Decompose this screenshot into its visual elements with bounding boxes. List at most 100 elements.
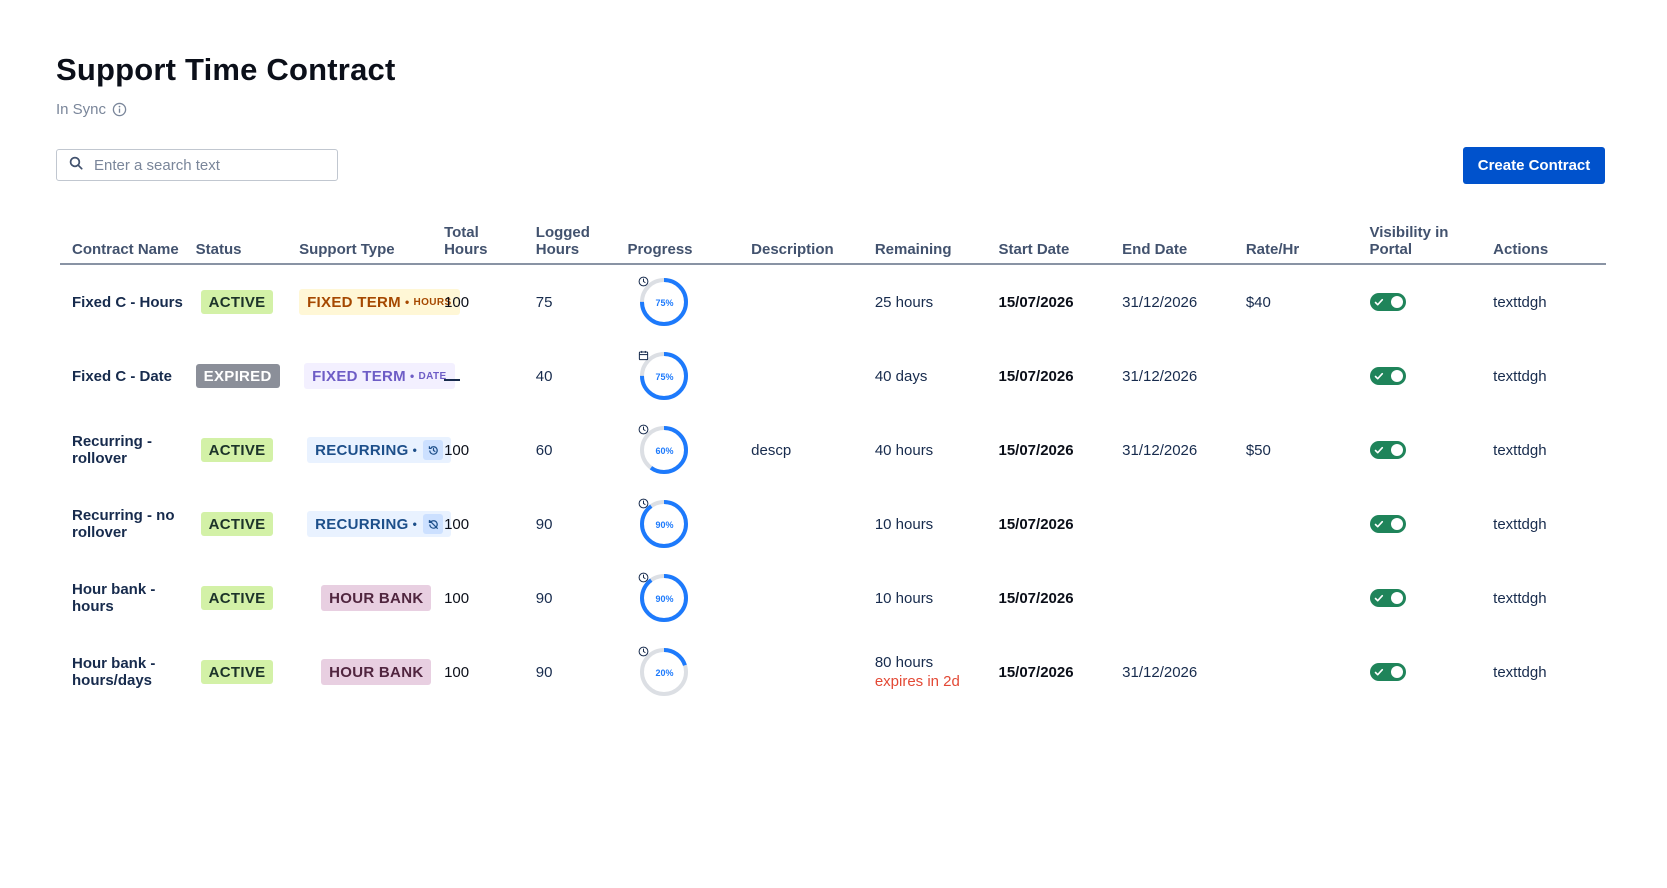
table-row[interactable]: Recurring - no rollover ACTIVE RECURRING • 1… (60, 487, 1606, 561)
status-badge: ACTIVE (200, 438, 274, 462)
toggle-knob (1390, 592, 1403, 604)
visibility-cell (1358, 561, 1482, 635)
end-date (1110, 561, 1234, 635)
contract-name[interactable]: Hour bank - hours (60, 561, 184, 635)
progress-ring: 75% (638, 350, 690, 402)
contract-name[interactable]: Fixed C - Hours (60, 264, 184, 339)
total-hours: 100 (444, 515, 470, 533)
column-header[interactable]: Description (739, 213, 863, 265)
total-hours-cell: 100 (432, 635, 524, 709)
description (739, 264, 863, 339)
support-type-badge: FIXED TERM • HOURS (299, 289, 460, 315)
table-row[interactable]: Hour bank - hours/days ACTIVE HOUR BANK 100… (60, 635, 1606, 709)
column-header[interactable]: Contract Name (60, 213, 184, 265)
visibility-toggle[interactable] (1369, 663, 1406, 681)
column-header[interactable]: Logged Hours (523, 213, 616, 265)
remaining-cell: 10 hours (863, 487, 987, 561)
action-link[interactable]: texttdgh (1481, 487, 1606, 561)
start-date: 15/07/2026 (998, 293, 1074, 311)
rate-per-hour (1234, 487, 1358, 561)
support-type-cell: HOUR BANK (287, 635, 432, 709)
description: descp (751, 441, 792, 459)
contract-name[interactable]: Recurring - rollover (60, 413, 184, 487)
visibility-toggle[interactable] (1369, 293, 1406, 311)
column-header[interactable]: Support Type (287, 213, 433, 265)
progress-percent: 90% (655, 593, 674, 604)
status-cell: EXPIRED (184, 339, 287, 413)
separator-dot: • (412, 443, 418, 457)
column-header[interactable]: Progress (615, 213, 740, 265)
progress-ring: 75% (638, 276, 690, 328)
create-contract-button[interactable]: Create Contract (1463, 147, 1605, 184)
remaining-cell: 10 hours (863, 561, 987, 635)
toggle-knob (1390, 370, 1403, 382)
separator-dot: • (409, 369, 415, 383)
contract-name[interactable]: Fixed C - Date (60, 339, 184, 413)
start-date: 15/07/2026 (998, 589, 1074, 607)
table-header-row: Contract Name Status Support Type Total … (60, 213, 1606, 265)
visibility-cell (1358, 264, 1482, 339)
column-header[interactable]: Actions (1481, 213, 1606, 265)
column-header[interactable]: Total Hours (432, 213, 524, 265)
table-row[interactable]: Fixed C - Date EXPIRED FIXED TERM • DATE 40 75… (60, 339, 1606, 413)
column-header[interactable]: End Date (1110, 213, 1234, 265)
action-link[interactable]: texttdgh (1481, 264, 1606, 339)
contract-name[interactable]: Hour bank - hours/days (60, 635, 184, 709)
end-date: 31/12/2026 (1122, 663, 1198, 681)
start-date: 15/07/2026 (998, 441, 1074, 459)
progress-cell: 75% (615, 264, 739, 339)
info-icon[interactable] (112, 102, 127, 117)
visibility-toggle[interactable] (1369, 441, 1406, 459)
description (739, 561, 863, 635)
search-input[interactable] (92, 155, 326, 175)
action-link[interactable]: texttdgh (1481, 339, 1606, 413)
sync-status-label: In Sync (56, 101, 107, 118)
column-header[interactable]: Visibility in Portal (1357, 213, 1482, 265)
sync-status: In Sync (56, 101, 127, 118)
rollover-icon (423, 440, 444, 460)
visibility-cell (1358, 487, 1482, 561)
table-row[interactable]: Recurring - rollover ACTIVE RECURRING • 100 6… (60, 413, 1606, 487)
separator-dot: • (412, 517, 418, 531)
start-date: 15/07/2026 (998, 663, 1074, 681)
support-type-label: HOUR BANK (329, 663, 424, 681)
visibility-toggle[interactable] (1369, 589, 1406, 608)
rate-per-hour (1234, 561, 1358, 635)
status-cell: ACTIVE (184, 561, 287, 635)
action-link[interactable]: texttdgh (1481, 413, 1606, 487)
end-date (1110, 487, 1234, 561)
remaining-cell: 25 hours (863, 264, 987, 339)
action-link[interactable]: texttdgh (1481, 561, 1606, 635)
progress-cell: 20% (615, 635, 739, 709)
visibility-toggle[interactable] (1369, 367, 1406, 385)
support-type-badge: HOUR BANK (321, 659, 432, 685)
support-type-badge: RECURRING • (307, 511, 452, 537)
column-header[interactable]: Status (183, 213, 288, 265)
toggle-knob (1390, 518, 1403, 530)
logged-hours: 40 (535, 367, 553, 385)
total-hours-cell: 100 (432, 561, 524, 635)
progress-cell: 75% (615, 339, 739, 413)
description (739, 339, 863, 413)
table-row[interactable]: Fixed C - Hours ACTIVE FIXED TERM • HOURS 100… (60, 264, 1606, 339)
search-box[interactable] (56, 149, 338, 181)
visibility-cell (1358, 413, 1482, 487)
column-header[interactable]: Rate/Hr (1233, 213, 1358, 265)
remaining-value: 40 hours (874, 441, 934, 459)
check-icon (1374, 591, 1384, 608)
contract-name[interactable]: Recurring - no rollover (60, 487, 184, 561)
visibility-toggle[interactable] (1369, 515, 1406, 533)
total-hours: 100 (444, 589, 470, 607)
support-type-badge: RECURRING • (307, 437, 452, 463)
column-header[interactable]: Remaining (862, 213, 987, 265)
status-badge: ACTIVE (200, 290, 274, 314)
remaining-cell: 40 hours (863, 413, 987, 487)
progress-percent: 60% (655, 445, 674, 456)
progress-cell: 90% (615, 561, 739, 635)
action-link[interactable]: texttdgh (1481, 635, 1606, 709)
status-cell: ACTIVE (184, 487, 287, 561)
table-row[interactable]: Hour bank - hours ACTIVE HOUR BANK 100 90 90%… (60, 561, 1606, 635)
support-type-badge: FIXED TERM • DATE (304, 363, 455, 389)
column-header[interactable]: Start Date (986, 213, 1111, 265)
status-badge: EXPIRED (195, 364, 280, 388)
